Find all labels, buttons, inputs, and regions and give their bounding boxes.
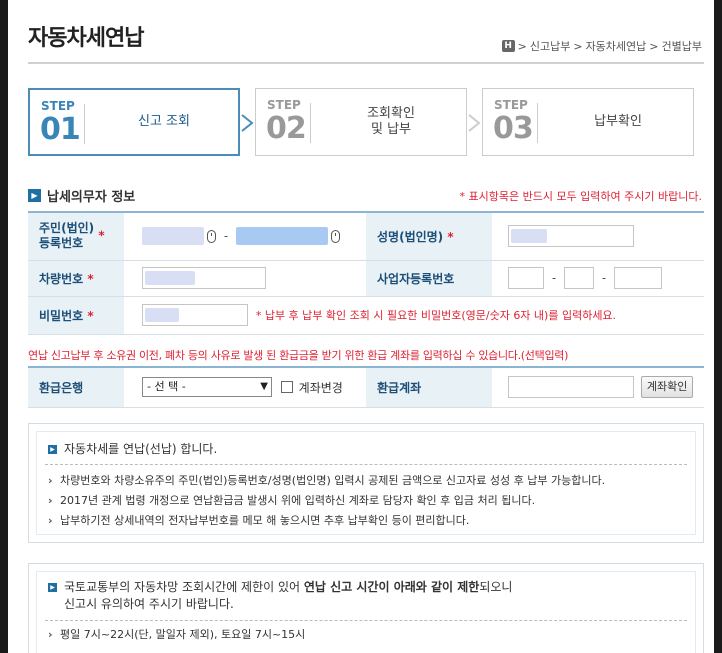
chevron-down-icon: ▼ [260,381,268,393]
breadcrumb-item[interactable]: 신고납부 [530,38,570,54]
step-number: 01 [40,112,81,147]
breadcrumb-sep: > [649,39,659,53]
step-arrow-icon [241,114,254,132]
required-note: * 표시항목은 반드시 모두 입력하여 주시기 바랍니다. [459,190,703,203]
chevron-right-icon: ▶ [28,189,41,202]
bank-label: 환급은행 [28,367,124,408]
info-title: ▶ 국토교통부의 자동차망 조회시간에 제한이 있어 연납 신고 시간이 아래와… [48,579,512,613]
business-no-cell: - - [492,260,704,297]
section-title: 납세의무자 정보 [47,190,136,205]
step-1: STEP 01 신고 조회 [28,88,240,156]
account-input[interactable] [508,376,634,399]
business-no-input-2[interactable] [564,267,594,289]
breadcrumb-item-current: 건별납부 [661,40,702,53]
info-box-2: ▶ 국토교통부의 자동차망 조회시간에 제한이 있어 연납 신고 시간이 아래와… [28,563,704,653]
list-item: 납부하기전 상세내역의 전자납부번호를 메모 해 놓으시면 추후 납부확인 등이… [48,511,605,531]
step-2: STEP 02 조회확인 및 납부 [255,88,467,156]
password-label: 비밀번호 * [28,296,124,335]
step-divider [310,103,311,143]
bank-cell: - 선 택 - ▼ 계좌변경 [124,367,366,408]
step-text: 조회확인 및 납부 [367,106,415,137]
info-title: ▶ 자동차세를 연납(선납) 합니다. [48,441,217,458]
step-arrow-icon [468,114,481,132]
refund-note: 연납 신고납부 후 소유권 이전, 폐차 등의 사유로 발생 된 환급금을 받기… [28,349,569,362]
account-label: 환급계좌 [366,367,492,408]
refund-form: 환급은행 - 선 택 - ▼ 계좌변경 환급계좌 계좌확인 [28,366,704,408]
breadcrumb: H > 신고납부 > 자동차세연납 > 건별납부 [501,38,702,54]
step-label: STEP [267,98,301,112]
page-title: 자동차세연납 [28,26,144,51]
step-number: 03 [493,111,534,146]
section-heading: ▶ 납세의무자 정보 [28,186,135,205]
step-label: STEP [494,98,528,112]
info-list: 평일 7시~22시(단, 말일자 제외), 토요일 7시~15시 [48,625,305,645]
page-frame: 자동차세연납 H > 신고납부 > 자동차세연납 > 건별납부 STEP 01 … [8,0,714,653]
account-cell: 계좌확인 [492,367,704,408]
business-no-input-3[interactable] [614,267,662,289]
step-text: 신고 조회 [138,114,190,129]
name-input[interactable] [508,225,634,248]
car-no-label: 차량번호 * [28,260,124,297]
password-input[interactable] [142,304,248,326]
breadcrumb-sep: > [573,39,583,53]
list-item: 2017년 관계 법령 개정으로 연납환급금 발생시 위에 입력하신 계좌로 담… [48,491,605,511]
taxpayer-form: 주민(법인) 등록번호 * - 성명(법인명) * 차량번호 * 사업자등록번호… [28,211,704,335]
account-change-checkbox[interactable] [280,381,293,394]
step-indicator: STEP 01 신고 조회 STEP 02 조회확인 및 납부 STEP 03 … [28,88,704,158]
password-note: * 납부 후 납부 확인 조회 시 필요한 비밀번호(영문/숫자 6자 내)를 … [255,309,617,322]
account-change-label: 계좌변경 [298,380,343,395]
list-item: 평일 7시~22시(단, 말일자 제외), 토요일 7시~15시 [48,625,305,645]
password-cell: * 납부 후 납부 확인 조회 시 필요한 비밀번호(영문/숫자 6자 내)를 … [124,296,704,335]
car-no-input[interactable] [142,267,266,289]
name-label: 성명(법인명) * [366,212,492,261]
resident-no-label: 주민(법인) 등록번호 * [28,212,124,261]
step-number: 02 [266,111,307,146]
list-item: 차량번호와 차량소유주의 주민(법인)등록번호/성명(법인명) 입력시 공제된 … [48,471,605,491]
resident-no-back-input[interactable] [236,227,328,246]
chevron-right-icon: ▶ [48,583,57,592]
resident-no-front-input[interactable] [142,227,204,246]
step-text: 납부확인 [594,114,642,129]
home-icon[interactable]: H [501,40,515,52]
account-confirm-button[interactable]: 계좌확인 [640,376,694,399]
business-no-input-1[interactable] [508,267,544,289]
info-box-1: ▶ 자동차세를 연납(선납) 합니다. 차량번호와 차량소유주의 주민(법인)등… [28,423,704,543]
car-no-cell [124,260,366,297]
step-divider [84,104,85,144]
breadcrumb-item[interactable]: 자동차세연납 [586,38,647,54]
info-list: 차량번호와 차량소유주의 주민(법인)등록번호/성명(법인명) 입력시 공제된 … [48,471,605,531]
chevron-right-icon: ▶ [48,445,57,454]
step-divider [537,103,538,143]
step-label: STEP [41,99,75,113]
mouse-icon[interactable] [331,229,340,243]
step-3: STEP 03 납부확인 [482,88,694,156]
breadcrumb-sep: > [517,39,527,53]
business-no-label: 사업자등록번호 [366,260,492,297]
resident-no-cell: - [124,212,366,261]
mouse-icon[interactable] [207,229,216,243]
bank-select[interactable]: - 선 택 - ▼ [142,377,272,398]
name-cell [492,212,704,261]
title-divider [28,62,704,64]
